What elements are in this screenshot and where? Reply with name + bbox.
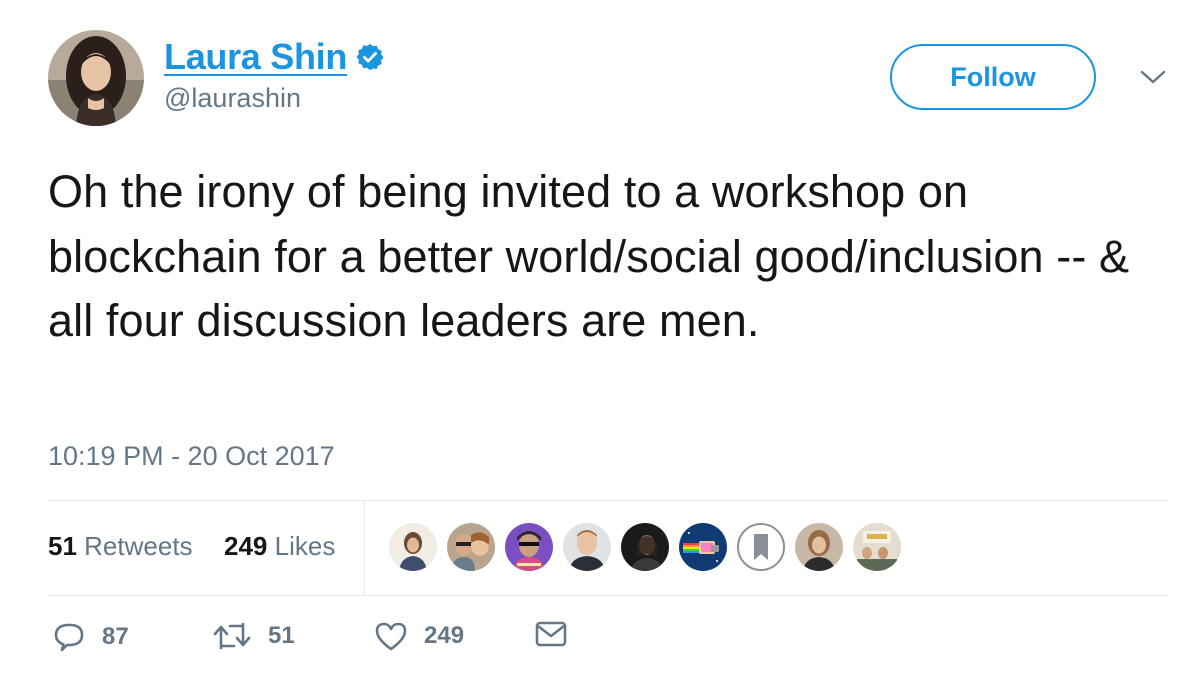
liker-avatar[interactable] (621, 523, 669, 571)
tweet-timestamp[interactable]: 10:19 PM - 20 Oct 2017 (48, 441, 335, 472)
retweet-action[interactable]: 51 (212, 620, 295, 652)
divider (48, 595, 1168, 596)
divider (364, 500, 365, 595)
heart-icon (375, 622, 407, 651)
chevron-down-icon[interactable] (1138, 66, 1168, 88)
liker-avatar[interactable] (853, 523, 901, 571)
reply-count: 87 (102, 623, 129, 650)
liker-avatar[interactable] (389, 523, 437, 571)
likes-label: Likes (274, 531, 336, 561)
verified-badge-icon (356, 43, 384, 71)
likes-stat[interactable]: 249 Likes (224, 531, 335, 562)
like-action[interactable]: 249 (374, 620, 464, 652)
profile-photo-icon (48, 30, 144, 126)
reply-icon (54, 623, 84, 652)
liker-avatar-nyan-cat[interactable] (679, 523, 727, 571)
like-count: 249 (424, 622, 465, 649)
likes-count: 249 (224, 531, 268, 561)
liker-avatar[interactable] (447, 523, 495, 571)
reply-action[interactable]: 87 (52, 620, 129, 654)
envelope-icon (535, 621, 567, 647)
tweet-text: Oh the irony of being invited to a works… (48, 166, 1130, 346)
retweets-count: 51 (48, 531, 77, 561)
retweets-stat[interactable]: 51 Retweets (48, 531, 193, 562)
liker-avatar-bookmark[interactable] (737, 523, 785, 571)
author-name-row: Laura Shin (164, 36, 385, 78)
liker-avatar[interactable] (563, 523, 611, 571)
retweets-label: Retweets (84, 531, 193, 561)
divider (48, 500, 1168, 501)
retweet-count: 51 (268, 622, 295, 649)
direct-message-action[interactable] (534, 620, 568, 648)
author-avatar[interactable] (48, 30, 144, 126)
likers-list (389, 523, 911, 571)
retweet-icon (213, 622, 251, 650)
follow-button[interactable]: Follow (890, 44, 1096, 110)
liker-avatar[interactable] (795, 523, 843, 571)
liker-avatar[interactable] (505, 523, 553, 571)
author-handle[interactable]: @laurashin (164, 83, 301, 114)
author-display-name[interactable]: Laura Shin (164, 36, 347, 78)
